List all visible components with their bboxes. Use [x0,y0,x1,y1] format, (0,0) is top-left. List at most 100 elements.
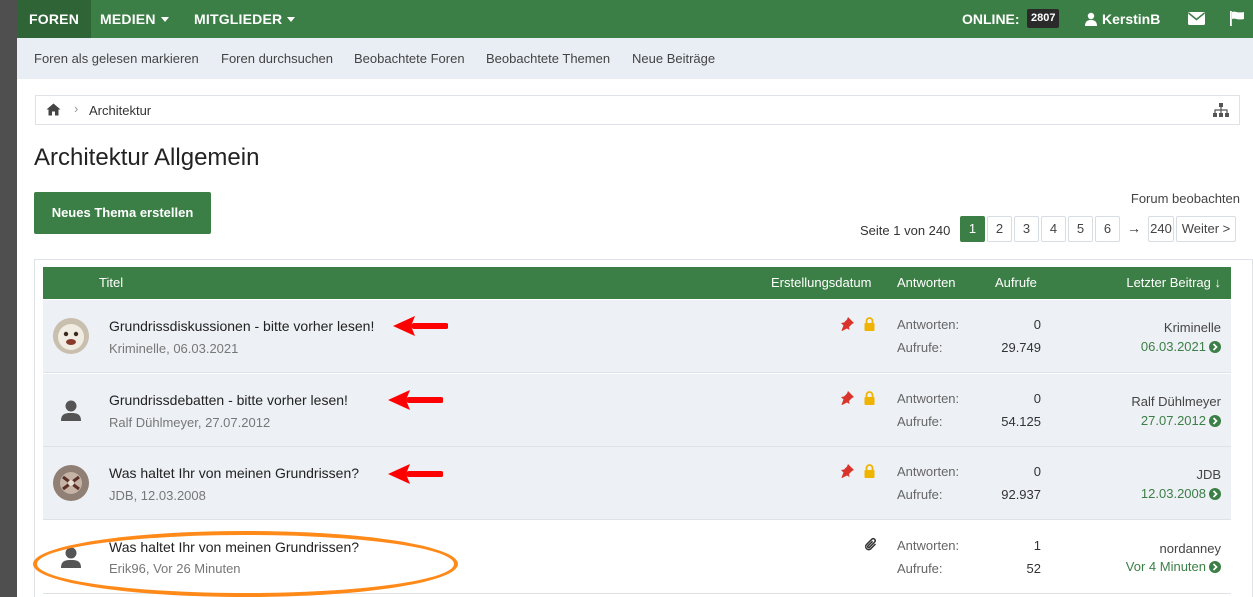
chevron-down-icon [287,16,296,22]
replies-count: 0 [1033,317,1041,332]
header-views[interactable]: Aufrufe [995,267,1037,299]
thread-date[interactable]: 27.07.2012 [205,415,270,430]
avatar[interactable] [53,465,89,501]
tab-mitglieder-label: MITGLIEDER [194,11,283,27]
top-navigation: FOREN MEDIEN MITGLIEDER ONLINE: 2807 Ker… [17,0,1253,38]
page-button-3[interactable]: 3 [1014,216,1039,242]
thread-row[interactable]: Grundrissdebatten - bitte vorher lesen! … [43,374,1231,447]
thread-date[interactable]: 06.03.2021 [173,341,238,356]
go-to-post-icon[interactable] [1209,414,1221,427]
avatar[interactable] [53,318,89,354]
watch-forum-link[interactable]: Forum beobachten [1131,191,1240,206]
thread-title[interactable]: Grundrissdiskussionen - bitte vorher les… [109,318,374,334]
last-post-date[interactable]: 27.07.2012 [1141,413,1206,428]
last-post-date[interactable]: Vor 4 Minuten [1126,559,1206,574]
left-gutter [0,0,17,597]
avatar-image [53,318,89,354]
user-menu[interactable]: KerstinB [1084,0,1160,38]
replies-count: 1 [1033,538,1041,553]
replies-label: Antworten: [897,464,960,479]
page-button-1[interactable]: 1 [960,216,985,242]
lock-icon [864,391,875,405]
views-label: Aufrufe: [897,561,943,576]
go-to-post-icon[interactable] [1209,487,1221,500]
search-forums-link[interactable]: Foren durchsuchen [221,38,333,79]
tab-mitglieder[interactable]: MITGLIEDER [182,0,307,38]
views-label: Aufrufe: [897,487,943,502]
views-label: Aufrufe: [897,414,943,429]
forum-app: FOREN MEDIEN MITGLIEDER ONLINE: 2807 Ker… [17,0,1253,597]
flag-icon[interactable] [1229,11,1245,26]
thread-author[interactable]: JDB [109,488,134,503]
online-count-badge[interactable]: 2807 [1027,9,1060,28]
header-title[interactable]: Titel [99,267,123,299]
home-icon[interactable] [46,103,61,116]
sub-navigation: Foren als gelesen markieren Foren durchs… [17,38,1253,79]
tab-foren[interactable]: FOREN [17,0,91,38]
page-button-6[interactable]: 6 [1095,216,1120,242]
breadcrumb-separator: › [74,101,79,116]
views-count: 52 [1026,561,1041,576]
red-arrow-annotation [388,390,443,410]
pin-icon [841,317,854,331]
watched-forums-link[interactable]: Beobachtete Foren [354,38,465,79]
lock-icon [864,464,875,478]
header-created[interactable]: Erstellungsdatum [771,267,871,299]
pin-icon [841,391,854,405]
mark-forums-read-link[interactable]: Foren als gelesen markieren [34,38,199,79]
views-count: 29.749 [1001,340,1041,355]
orange-ellipse-annotation [33,531,458,597]
thread-author[interactable]: Ralf Dühlmeyer [109,415,198,430]
avatar[interactable] [53,392,89,428]
thread-author[interactable]: Kriminelle [109,341,166,356]
username: KerstinB [1102,11,1161,27]
online-label[interactable]: ONLINE: [962,0,1020,38]
tab-medien-label: MEDIEN [100,11,156,27]
user-icon [1085,12,1097,26]
views-count: 92.937 [1001,487,1041,502]
tab-medien[interactable]: MEDIEN [88,0,181,38]
go-to-post-icon[interactable] [1209,340,1221,353]
replies-count: 0 [1033,391,1041,406]
last-post-date[interactable]: 12.03.2008 [1141,486,1206,501]
thread-title[interactable]: Grundrissdebatten - bitte vorher lesen! [109,392,348,408]
sitemap-icon[interactable] [1213,103,1229,117]
new-thread-button[interactable]: Neues Thema erstellen [34,192,211,234]
thread-list-header: Titel Erstellungsdatum Antworten Aufrufe… [43,267,1231,299]
mail-icon[interactable] [1188,12,1205,25]
replies-label: Antworten: [897,538,960,553]
thread-row[interactable]: Was haltet Ihr von meinen Grundrissen? J… [43,447,1231,520]
go-to-post-icon[interactable] [1209,560,1221,573]
next-page-button[interactable]: Weiter > [1176,216,1236,242]
page-button-2[interactable]: 2 [987,216,1012,242]
page-button-5[interactable]: 5 [1068,216,1093,242]
new-posts-link[interactable]: Neue Beiträge [632,38,715,79]
chevron-down-icon [160,16,169,22]
default-avatar-icon [61,400,81,421]
header-last-post[interactable]: Letzter Beitrag ↓ [1126,267,1221,299]
watched-threads-link[interactable]: Beobachtete Themen [486,38,610,79]
thread-row[interactable]: Grundrissdiskussionen - bitte vorher les… [43,300,1231,373]
thread-title[interactable]: Was haltet Ihr von meinen Grundrissen? [109,465,359,481]
red-arrow-annotation [393,316,448,336]
red-arrow-annotation [388,464,443,484]
views-count: 54.125 [1001,414,1041,429]
page-title: Architektur Allgemein [34,144,260,171]
last-post-user[interactable]: nordanney [1160,541,1221,556]
pin-icon [841,464,854,478]
breadcrumb: › Architektur [35,95,1240,125]
header-replies[interactable]: Antworten [897,267,956,299]
attachment-icon [864,537,877,551]
breadcrumb-current[interactable]: Architektur [89,103,151,118]
page-button-last[interactable]: 240 [1148,216,1174,242]
thread-date[interactable]: 12.03.2008 [141,488,206,503]
pagination-label: Seite 1 von 240 [860,223,951,238]
last-post-user[interactable]: JDB [1196,467,1221,482]
last-post-user[interactable]: Kriminelle [1164,320,1221,335]
last-post-date[interactable]: 06.03.2021 [1141,339,1206,354]
page-button-4[interactable]: 4 [1041,216,1066,242]
avatar-image [53,465,89,501]
last-post-user[interactable]: Ralf Dühlmeyer [1131,394,1221,409]
lock-icon [864,317,875,331]
replies-label: Antworten: [897,317,960,332]
